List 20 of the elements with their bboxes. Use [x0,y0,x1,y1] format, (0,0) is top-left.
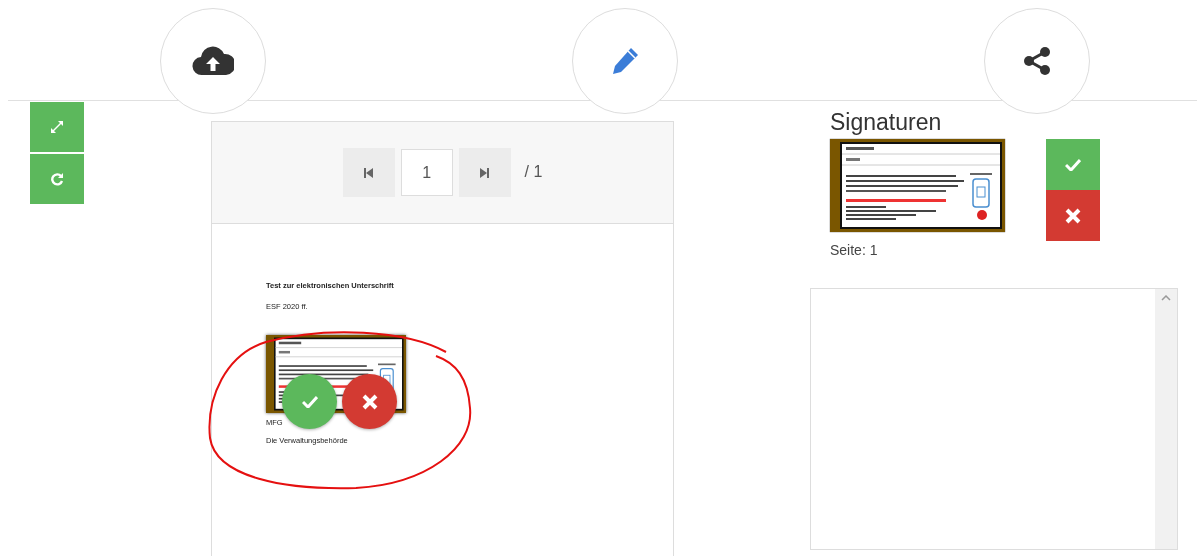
check-icon [1065,158,1081,171]
expand-icon [50,120,64,134]
reject-button[interactable] [1046,190,1100,241]
scroll-up-icon [1161,295,1171,301]
signatures-heading: Signaturen [830,109,943,136]
scrollbar[interactable] [1155,289,1177,549]
cloud-upload-icon [192,45,234,77]
share-icon [1021,45,1053,77]
first-page-icon [364,167,374,178]
close-icon [361,393,378,410]
page-count: / 1 [524,163,543,181]
last-page-icon [480,167,490,178]
page-label: Seite: 1 [830,242,878,258]
refresh-icon [50,172,64,186]
close-icon [1065,207,1081,224]
check-icon [301,395,318,408]
reload-button[interactable] [30,154,84,204]
page-number-field[interactable]: 1 [400,149,453,196]
first-page-button[interactable] [342,148,395,197]
last-page-button[interactable] [458,148,511,197]
